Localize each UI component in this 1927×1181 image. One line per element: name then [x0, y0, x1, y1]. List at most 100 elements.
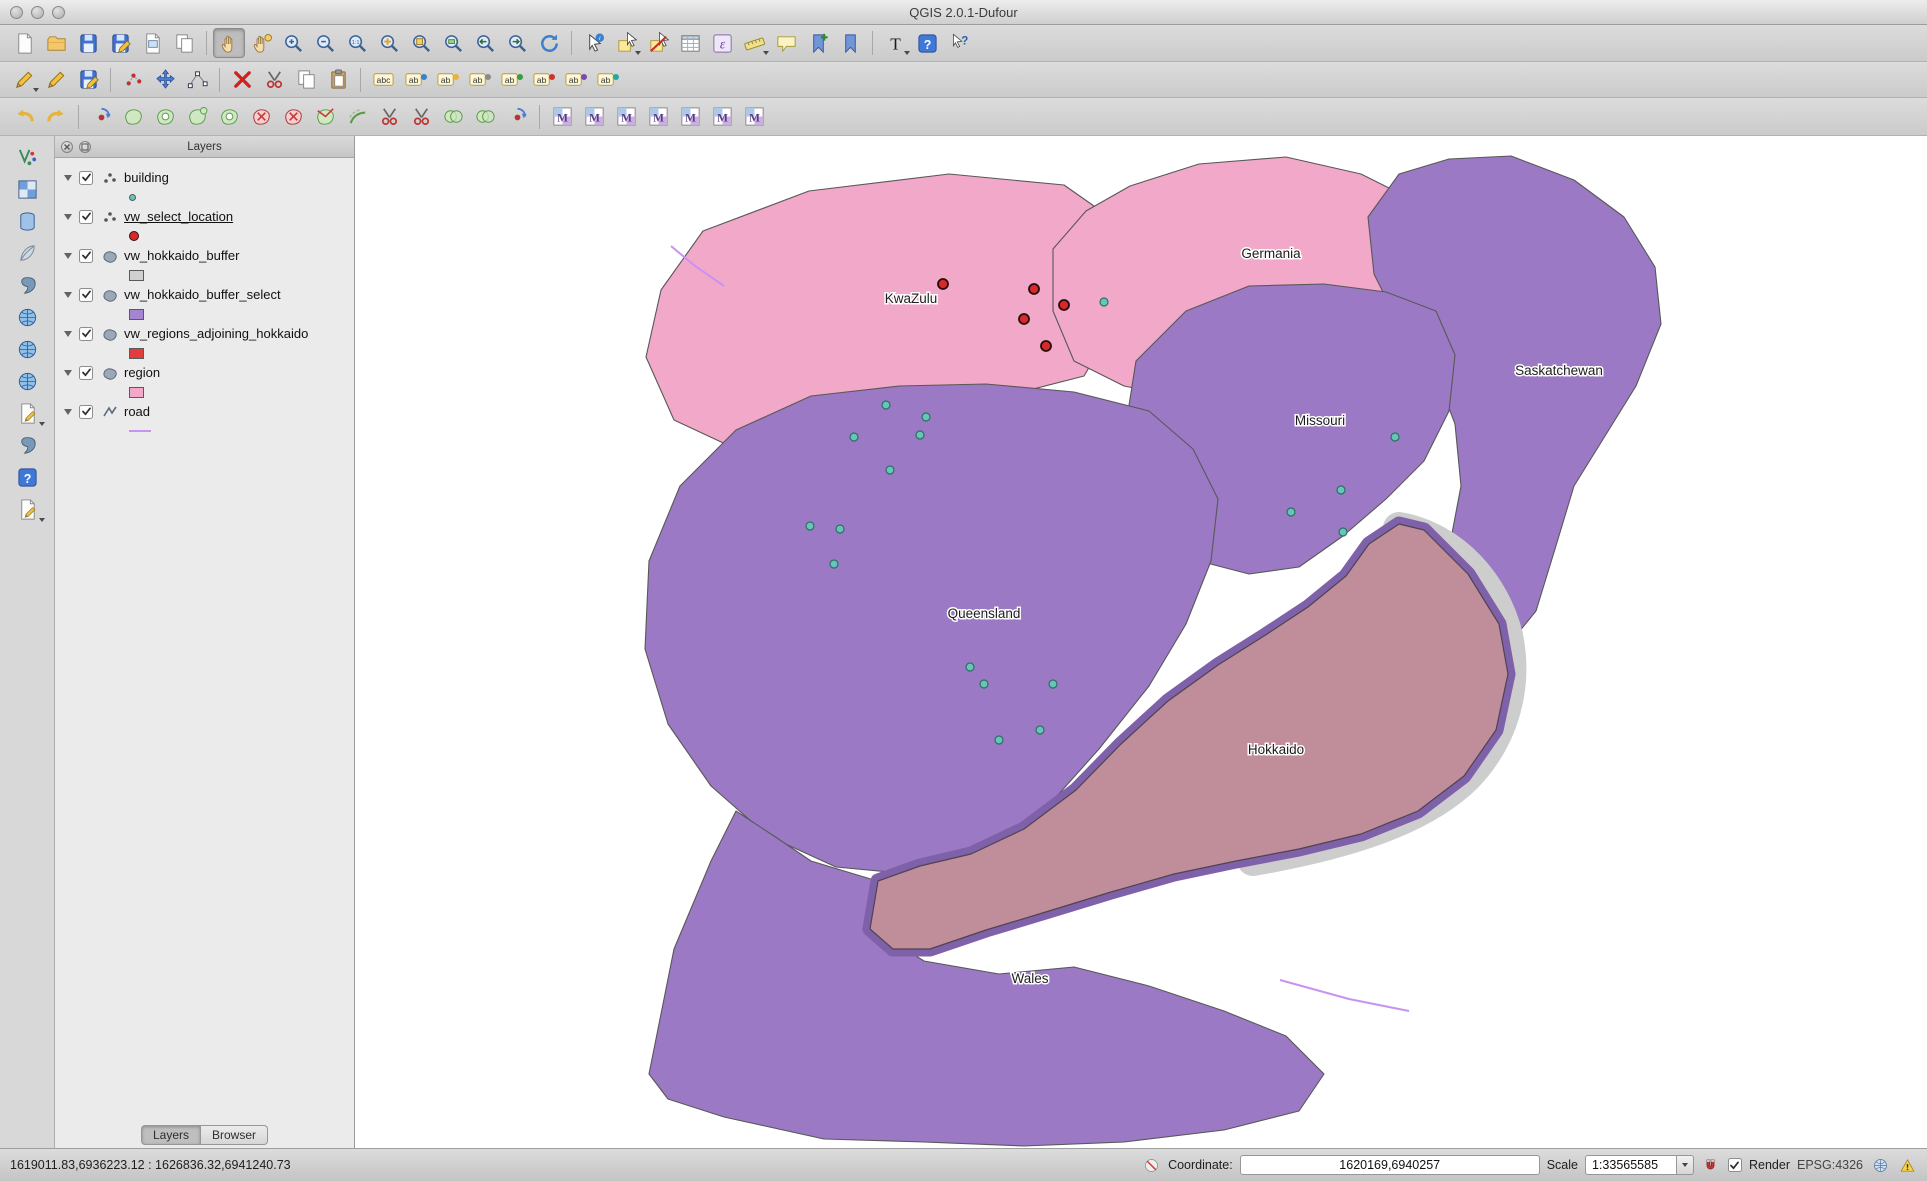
copy-features-icon[interactable] — [290, 65, 322, 95]
layer-label[interactable]: vw_select_location — [124, 209, 233, 224]
open-attribute-table-icon[interactable] — [674, 28, 706, 58]
layer-checkbox[interactable] — [79, 171, 93, 185]
layer-checkbox[interactable] — [79, 366, 93, 380]
coordinate-input[interactable] — [1240, 1155, 1540, 1175]
merge-features-icon[interactable] — [437, 102, 469, 132]
expand-triangle-icon[interactable] — [64, 253, 72, 259]
field-calculator-icon[interactable] — [706, 28, 738, 58]
mmqgis-1-icon[interactable] — [546, 102, 578, 132]
tab-layers[interactable]: Layers — [141, 1125, 201, 1145]
undo-icon[interactable] — [8, 102, 40, 132]
move-feature-icon[interactable] — [149, 65, 181, 95]
toggle-editing-icon[interactable] — [40, 65, 72, 95]
move-label-icon[interactable] — [495, 65, 527, 95]
zoom-in-icon[interactable] — [277, 28, 309, 58]
expand-triangle-icon[interactable] — [64, 292, 72, 298]
paste-features-icon[interactable] — [322, 65, 354, 95]
layer-checkbox[interactable] — [79, 249, 93, 263]
add-wms-layer-icon[interactable] — [8, 302, 46, 333]
mmqgis-7-icon[interactable] — [738, 102, 770, 132]
show-bookmarks-icon[interactable] — [834, 28, 866, 58]
magnet-icon[interactable] — [1701, 1155, 1721, 1175]
expand-triangle-icon[interactable] — [64, 175, 72, 181]
add-ring-icon[interactable] — [149, 102, 181, 132]
new-bookmark-icon[interactable] — [802, 28, 834, 58]
redo-icon[interactable] — [40, 102, 72, 132]
split-parts-icon[interactable] — [405, 102, 437, 132]
add-postgis-layer-icon[interactable] — [8, 206, 46, 237]
mmqgis-3-icon[interactable] — [610, 102, 642, 132]
merge-attributes-icon[interactable] — [469, 102, 501, 132]
add-part-icon[interactable] — [181, 102, 213, 132]
labeling-icon[interactable] — [367, 65, 399, 95]
rotate-point-symbols-icon[interactable] — [501, 102, 533, 132]
reshape-features-icon[interactable] — [309, 102, 341, 132]
map-tips-icon[interactable] — [770, 28, 802, 58]
save-project-icon[interactable] — [72, 28, 104, 58]
layer-row-building[interactable]: building — [55, 167, 354, 188]
add-feature-icon[interactable] — [117, 65, 149, 95]
layer-checkbox[interactable] — [79, 210, 93, 224]
zoom-last-icon[interactable] — [469, 28, 501, 58]
current-edits-icon[interactable] — [8, 65, 40, 95]
new-print-composer-icon[interactable] — [136, 28, 168, 58]
whats-this-icon[interactable] — [943, 28, 975, 58]
simplify-feature-icon[interactable] — [117, 102, 149, 132]
deselect-features-icon[interactable] — [642, 28, 674, 58]
save-project-as-icon[interactable] — [104, 28, 136, 58]
layer-row-region[interactable]: region — [55, 362, 354, 383]
change-label-properties-icon[interactable] — [559, 65, 591, 95]
zoom-to-selection-icon[interactable] — [405, 28, 437, 58]
add-raster-layer-icon[interactable] — [8, 174, 46, 205]
add-vector-layer-icon[interactable] — [8, 142, 46, 173]
expand-triangle-icon[interactable] — [64, 409, 72, 415]
mmqgis-4-icon[interactable] — [642, 102, 674, 132]
delete-part-icon[interactable] — [277, 102, 309, 132]
add-delimited-text-layer-icon[interactable] — [8, 430, 46, 461]
composer-manager-icon[interactable] — [168, 28, 200, 58]
zoom-to-layer-icon[interactable] — [437, 28, 469, 58]
cut-features-icon[interactable] — [258, 65, 290, 95]
add-wcs-layer-icon[interactable] — [8, 334, 46, 365]
scale-dropdown-icon[interactable] — [1677, 1155, 1694, 1175]
expand-triangle-icon[interactable] — [64, 370, 72, 376]
tab-browser[interactable]: Browser — [201, 1125, 268, 1145]
metasearch-icon[interactable] — [8, 462, 46, 493]
expand-triangle-icon[interactable] — [64, 331, 72, 337]
pin-labels-icon[interactable] — [399, 65, 431, 95]
layer-row-vw-hokkaido-buffer-select[interactable]: vw_hokkaido_buffer_select — [55, 284, 354, 305]
add-wfs-layer-icon[interactable] — [8, 366, 46, 397]
zoom-full-icon[interactable] — [373, 28, 405, 58]
add-mssql-layer-icon[interactable] — [8, 270, 46, 301]
layer-label[interactable]: road — [124, 404, 150, 419]
pan-to-selection-icon[interactable] — [245, 28, 277, 58]
map-canvas[interactable]: KwaZulu Germania Saskatchewan Missouri Q… — [355, 136, 1927, 1148]
save-layer-edits-icon[interactable] — [72, 65, 104, 95]
delete-ring-icon[interactable] — [245, 102, 277, 132]
close-panel-icon[interactable] — [61, 141, 73, 153]
identify-icon[interactable] — [578, 28, 610, 58]
open-project-icon[interactable] — [40, 28, 72, 58]
show-hide-labels-icon[interactable] — [463, 65, 495, 95]
layer-label[interactable]: region — [124, 365, 160, 380]
delete-selected-icon[interactable] — [226, 65, 258, 95]
layer-label[interactable]: vw_hokkaido_buffer_select — [124, 287, 281, 302]
layer-row-vw-regions-adjoining-hokkaido[interactable]: vw_regions_adjoining_hokkaido — [55, 323, 354, 344]
layer-row-road[interactable]: road — [55, 401, 354, 422]
rotate-label-icon[interactable] — [527, 65, 559, 95]
layer-checkbox[interactable] — [79, 327, 93, 341]
layer-row-vw-hokkaido-buffer[interactable]: vw_hokkaido_buffer — [55, 245, 354, 266]
new-project-icon[interactable] — [8, 28, 40, 58]
help-contents-icon[interactable] — [911, 28, 943, 58]
mmqgis-2-icon[interactable] — [578, 102, 610, 132]
select-features-icon[interactable] — [610, 28, 642, 58]
split-features-icon[interactable] — [373, 102, 405, 132]
zoom-actual-icon[interactable] — [341, 28, 373, 58]
layer-label[interactable]: vw_regions_adjoining_hokkaido — [124, 326, 308, 341]
undock-panel-icon[interactable] — [79, 141, 91, 153]
crs-status-icon[interactable] — [1870, 1155, 1890, 1175]
zoom-out-icon[interactable] — [309, 28, 341, 58]
minimize-window-button[interactable] — [31, 6, 44, 19]
expand-triangle-icon[interactable] — [64, 214, 72, 220]
offset-curve-icon[interactable] — [341, 102, 373, 132]
